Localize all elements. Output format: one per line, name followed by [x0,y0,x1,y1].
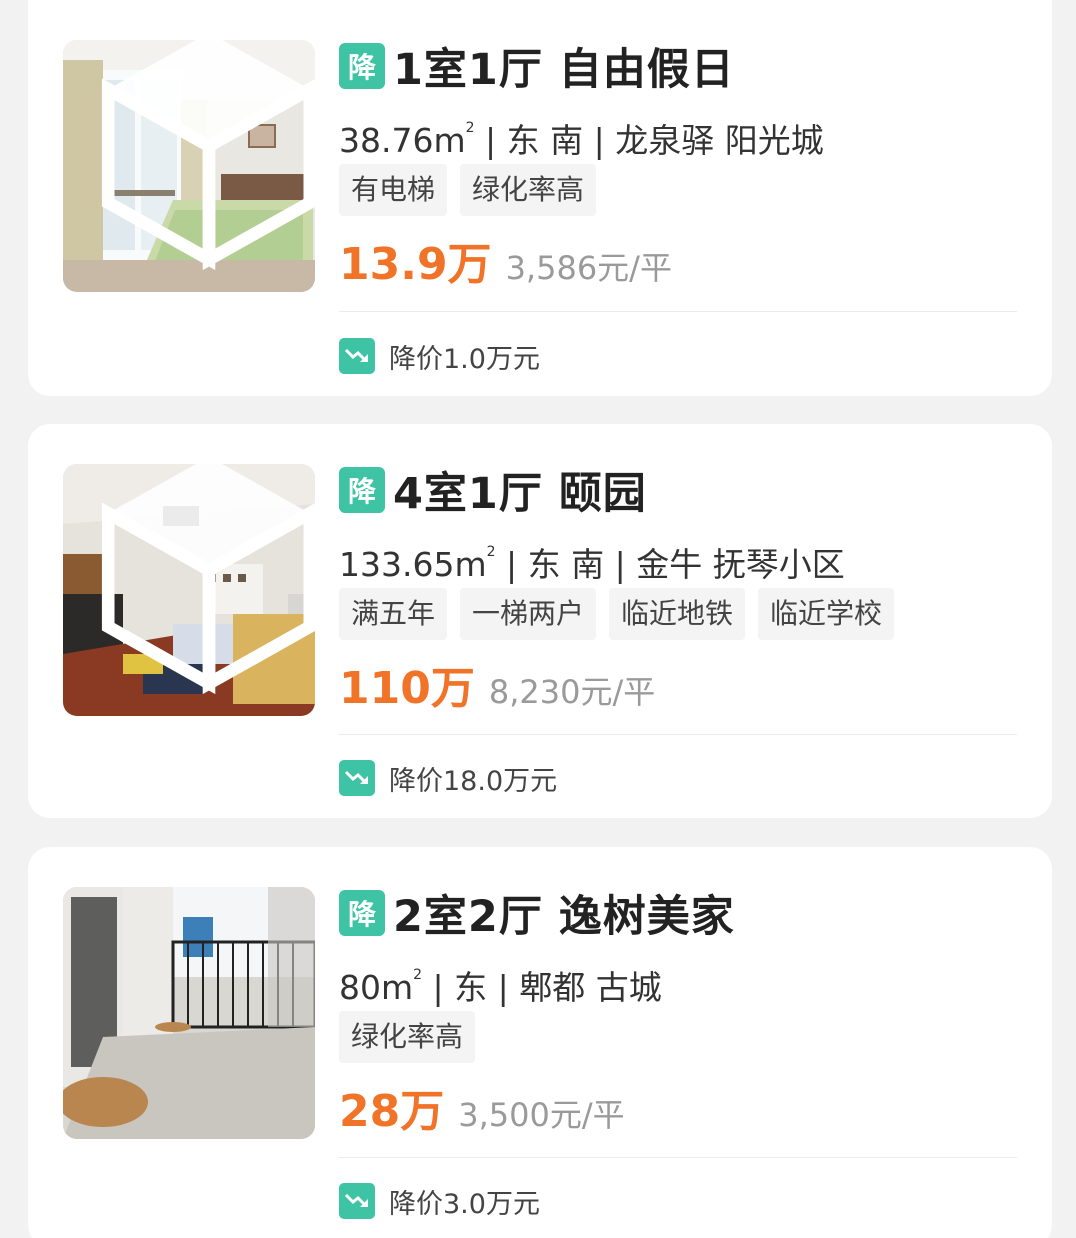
tag: 临近地铁 [609,588,746,640]
area-unit-sup: 2 [486,544,496,560]
area-unit-sup: 2 [413,967,423,983]
listing-title[interactable]: 1室1厅 自由假日 [393,35,735,97]
divider [339,311,1017,312]
balcony-photo-icon [63,887,315,1139]
listing-details: 133.65m2 | 东 南 | 金牛 抚琴小区 [339,530,1019,584]
tag: 满五年 [339,588,448,640]
area-unit-sup: 2 [465,120,475,136]
total-price: 28万 [339,1086,445,1137]
price-drop-badge: 降 [339,890,385,936]
unit-price: 8,230元/平 [488,673,656,711]
listing-title[interactable]: 4室1厅 颐园 [393,459,647,521]
unit-price: 3,586元/平 [505,249,672,287]
divider [339,1157,1017,1158]
area-value: 80m [339,968,414,1007]
listing-photo[interactable] [63,464,315,716]
listing-photo[interactable] [63,40,315,292]
total-price: 13.9万 [339,239,492,290]
price-drop-badge: 降 [339,467,385,513]
price-drop-badge: 降 [339,43,385,89]
trend-down-icon [339,338,375,374]
orientation-location: | 东 | 郫都 古城 [422,968,662,1007]
tag: 有电梯 [339,164,448,216]
tag: 临近学校 [758,588,895,640]
price-drop-text: 降价3.0万元 [389,1188,540,1220]
divider [339,734,1017,735]
price-drop-row: 降价18.0万元 [339,758,557,798]
listing-details: 38.76m2 | 东 南 | 龙泉驿 阳光城 [339,106,1019,160]
tag: 绿化率高 [339,1011,476,1063]
area-value: 38.76m [339,121,466,160]
listing-photo[interactable] [63,887,315,1139]
listing-card[interactable]: 降 2室2厅 逸树美家 80m2 | 东 | 郫都 古城 绿化率高 28万 3,… [28,847,1052,1238]
price-drop-row: 降价3.0万元 [339,1181,540,1221]
price-drop-text: 降价18.0万元 [389,765,558,797]
listing-card[interactable]: 降 4室1厅 颐园 133.65m2 | 东 南 | 金牛 抚琴小区 满五年 一… [28,424,1052,818]
area-value: 133.65m [339,545,487,584]
tag-list: 绿化率高 [339,1011,1019,1063]
listing-title[interactable]: 2室2厅 逸树美家 [393,882,735,944]
tag-list: 有电梯 绿化率高 [339,164,1019,216]
tag-list: 满五年 一梯两户 临近地铁 临近学校 [339,588,1019,640]
tag: 一梯两户 [460,588,597,640]
tag: 绿化率高 [460,164,597,216]
orientation-location: | 东 南 | 金牛 抚琴小区 [495,545,845,584]
price-drop-row: 降价1.0万元 [339,336,540,376]
3d-cube-icon [101,464,315,695]
price-drop-text: 降价1.0万元 [389,343,540,375]
unit-price: 3,500元/平 [458,1096,625,1134]
trend-down-icon [339,1183,375,1219]
trend-down-icon [339,760,375,796]
3d-cube-icon [101,40,315,271]
listing-details: 80m2 | 东 | 郫都 古城 [339,953,1019,1007]
total-price: 110万 [339,663,475,714]
listing-card[interactable]: 降 1室1厅 自由假日 38.76m2 | 东 南 | 龙泉驿 阳光城 有电梯 … [28,0,1052,396]
orientation-location: | 东 南 | 龙泉驿 阳光城 [474,121,824,160]
